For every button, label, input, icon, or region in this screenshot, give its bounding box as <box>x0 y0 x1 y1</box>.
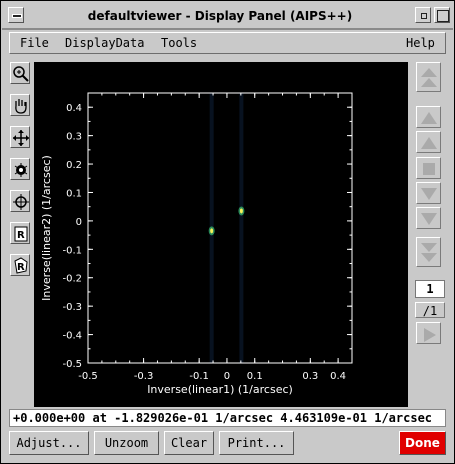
step-down-icon <box>421 213 437 225</box>
x-tick-label: -0.3 <box>134 371 154 382</box>
display-panel-window: defaultviewer - Display Panel (AIPS++) F… <box>0 0 455 464</box>
x-tick-label: 0.1 <box>247 371 263 382</box>
zoom-tool-button[interactable] <box>10 62 30 84</box>
source-point <box>210 228 214 234</box>
maximize-icon[interactable] <box>434 7 450 23</box>
y-axis-label: Inverse(linear2) (1/arcsec) <box>40 155 53 301</box>
adjust-button[interactable]: Adjust... <box>9 431 89 455</box>
colormap-tool-button[interactable] <box>10 158 30 180</box>
x-tick-label: 0 <box>224 371 230 382</box>
polygon-region-icon: R <box>14 257 28 274</box>
zoom-icon <box>13 66 29 82</box>
done-button[interactable]: Done <box>399 431 446 455</box>
y-tick-label: -0.1 <box>62 245 82 256</box>
move-tool-button[interactable] <box>10 126 30 148</box>
title-bar[interactable]: defaultviewer - Display Panel (AIPS++) <box>2 2 453 30</box>
plot-frame <box>87 92 353 364</box>
print-button[interactable]: Print... <box>219 431 294 455</box>
y-tick-label: -0.2 <box>62 274 82 285</box>
menu-displaydata[interactable]: DisplayData <box>65 36 144 50</box>
stop-icon <box>423 163 435 175</box>
play-forward-button[interactable] <box>416 322 441 344</box>
step-down-button[interactable] <box>416 207 441 229</box>
y-tick-label: -0.3 <box>62 302 82 313</box>
clear-button[interactable]: Clear <box>164 431 214 455</box>
step-up-icon <box>421 112 437 124</box>
crosshair-icon <box>13 194 29 210</box>
play-right-icon <box>424 328 436 342</box>
x-tick-label: 0.3 <box>302 371 318 382</box>
svg-text:R: R <box>17 230 25 241</box>
image-streak <box>239 93 244 363</box>
y-tick-label: 0.1 <box>66 188 82 199</box>
window-menu-icon[interactable] <box>8 7 24 23</box>
menu-bar: File DisplayData Tools Help <box>9 32 446 54</box>
play-down-button[interactable] <box>416 182 441 204</box>
stop-button[interactable] <box>416 157 441 179</box>
rewind-up-icon <box>421 68 437 87</box>
move-arrows-icon <box>13 130 29 146</box>
frame-number-input[interactable]: 1 <box>415 280 445 298</box>
y-tick-label: 0.2 <box>66 160 82 171</box>
x-tick-label: -0.1 <box>189 371 209 382</box>
x-axis-label: Inverse(linear1) (1/arcsec) <box>147 383 293 396</box>
play-up-icon <box>421 137 437 149</box>
play-up-button[interactable] <box>416 131 441 153</box>
y-tick-label: -0.5 <box>62 359 82 370</box>
menu-tools[interactable]: Tools <box>161 36 197 50</box>
crosshair-tool-button[interactable] <box>10 190 30 212</box>
menu-file[interactable]: File <box>20 36 49 50</box>
step-up-button[interactable] <box>416 106 441 128</box>
menu-help[interactable]: Help <box>406 36 435 50</box>
minimize-icon[interactable] <box>415 7 431 23</box>
y-tick-label: -0.4 <box>62 331 82 342</box>
fast-forward-down-icon <box>421 243 437 262</box>
position-tracking-readout: +0.000e+00 at -1.829026e-01 1/arcsec 4.4… <box>9 409 446 427</box>
play-down-icon <box>421 188 437 200</box>
source-point <box>239 208 243 214</box>
plot-svg: -0.5 -0.3 -0.1 0 0.1 0.3 0.4 0.4 0.3 0.2 0.1 0 -0.1 -… <box>40 92 353 396</box>
window-title: defaultviewer - Display Panel (AIPS++) <box>87 9 353 23</box>
rectangle-region-icon: R <box>14 226 28 242</box>
svg-text:R: R <box>17 262 25 273</box>
y-tick-label: 0 <box>76 217 82 228</box>
x-tick-label: -0.5 <box>78 371 98 382</box>
colormap-icon <box>14 163 28 177</box>
pan-tool-button[interactable] <box>10 94 30 116</box>
rectangle-region-tool-button[interactable]: R <box>10 222 30 244</box>
first-frame-button[interactable] <box>416 62 441 92</box>
last-frame-button[interactable] <box>416 237 441 267</box>
y-tick-label: 0.3 <box>66 132 82 143</box>
pan-hand-icon <box>15 99 27 114</box>
bottom-button-row: Adjust... Unzoom Clear Print... Done <box>9 431 446 457</box>
polygon-region-tool-button[interactable]: R <box>10 254 30 276</box>
frame-total-label: /1 <box>415 302 445 318</box>
y-tick-label: 0.4 <box>66 103 82 114</box>
x-tick-label: 0.4 <box>330 371 346 382</box>
image-display-canvas[interactable]: -0.5 -0.3 -0.1 0 0.1 0.3 0.4 0.4 0.3 0.2 0.1 0 -0.1 -… <box>34 62 408 407</box>
unzoom-button[interactable]: Unzoom <box>94 431 159 455</box>
